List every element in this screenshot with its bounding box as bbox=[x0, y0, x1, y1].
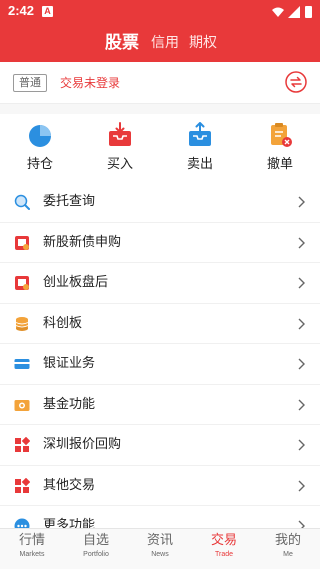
bottom-nav: 行情 Markets 自选 Portfolio 资讯 News 交易 Trade… bbox=[0, 528, 320, 569]
nav-label: 行情 bbox=[18, 533, 45, 548]
chevron-right-icon bbox=[298, 237, 305, 248]
wifi-icon bbox=[272, 7, 284, 17]
swap-icon[interactable] bbox=[285, 71, 307, 93]
gem-board-icon bbox=[15, 276, 29, 290]
header: 股票 信用 期权 bbox=[0, 24, 320, 62]
tab-options[interactable]: 期权 bbox=[189, 24, 217, 62]
menu-item-other-trades[interactable]: 其他交易 bbox=[0, 465, 320, 506]
notification-icon: A bbox=[42, 6, 53, 17]
nav-sublabel: Trade bbox=[214, 551, 234, 558]
pie-chart-icon bbox=[29, 125, 51, 147]
quick-action-label: 撤单 bbox=[266, 157, 293, 172]
fund-icon bbox=[14, 399, 30, 411]
chevron-right-icon bbox=[298, 277, 305, 289]
chevron-right-icon bbox=[298, 399, 305, 410]
tab-stocks[interactable]: 股票 bbox=[105, 24, 139, 62]
nav-news[interactable]: 资讯 News bbox=[128, 532, 192, 561]
menu-item-bank-securities[interactable]: 银证业务 bbox=[0, 344, 320, 385]
menu-item-label: 新股新债申购 bbox=[43, 234, 122, 250]
tab-credit[interactable]: 信用 bbox=[151, 24, 179, 62]
nav-label: 自选 bbox=[82, 533, 109, 548]
nav-sublabel: Me bbox=[283, 551, 293, 558]
signal-icon bbox=[288, 6, 300, 18]
grid-icon bbox=[15, 437, 30, 452]
battery-icon bbox=[305, 6, 312, 18]
menu-item-order-query[interactable]: 委托查询 bbox=[0, 182, 320, 223]
chevron-right-icon bbox=[298, 439, 305, 451]
nav-label: 交易 bbox=[210, 533, 237, 548]
status-time: 2:42 bbox=[8, 3, 35, 18]
system-status-icons bbox=[272, 6, 312, 18]
quick-action-buy[interactable]: 买入 bbox=[90, 122, 150, 172]
menu-item-gem-after-hours[interactable]: 创业板盘后 bbox=[0, 263, 320, 304]
chevron-right-icon bbox=[298, 480, 305, 491]
nav-label: 资讯 bbox=[146, 533, 173, 548]
menu-item-label: 创业板盘后 bbox=[43, 275, 109, 290]
chevron-right-icon bbox=[298, 318, 305, 329]
quick-action-cancel[interactable]: 撤单 bbox=[250, 122, 310, 172]
menu-item-ipo-subscribe[interactable]: 新股新债申购 bbox=[0, 222, 320, 263]
nav-sublabel: News bbox=[151, 551, 169, 558]
nav-portfolio[interactable]: 自选 Portfolio bbox=[64, 532, 128, 561]
menu-item-label: 深圳报价回购 bbox=[43, 437, 122, 452]
quick-action-label: 买入 bbox=[106, 157, 133, 172]
nav-sublabel: Portfolio bbox=[83, 551, 109, 558]
menu-item-sz-repo[interactable]: 深圳报价回购 bbox=[0, 425, 320, 466]
quick-actions: 持仓 买入 卖出 撤单 bbox=[0, 114, 320, 182]
menu-item-star-market[interactable]: 科创板 bbox=[0, 303, 320, 344]
new-share-icon bbox=[15, 235, 29, 250]
chevron-right-icon bbox=[298, 196, 305, 208]
login-status-text[interactable]: 交易未登录 bbox=[60, 74, 120, 92]
nav-sublabel: Markets bbox=[19, 551, 45, 558]
menu-item-label: 其他交易 bbox=[43, 477, 96, 493]
menu-item-label: 委托查询 bbox=[43, 194, 96, 209]
quick-action-label: 卖出 bbox=[186, 157, 213, 172]
nav-label: 我的 bbox=[274, 533, 301, 548]
login-bar: 普通 交易未登录 bbox=[0, 62, 320, 104]
function-menu: 委托查询 新股新债申购 创业板盘后 科创板 银证业务 基金功能 深圳报价回购 其… bbox=[0, 182, 320, 547]
menu-item-label: 银证业务 bbox=[43, 356, 96, 371]
menu-item-fund[interactable]: 基金功能 bbox=[0, 384, 320, 425]
quick-action-positions[interactable]: 持仓 bbox=[10, 122, 70, 172]
menu-item-label: 基金功能 bbox=[43, 396, 96, 412]
quick-action-sell[interactable]: 卖出 bbox=[170, 122, 230, 172]
inbox-upload-icon bbox=[189, 122, 211, 146]
grid-icon bbox=[15, 477, 30, 493]
quick-action-label: 持仓 bbox=[26, 157, 53, 172]
nav-markets[interactable]: 行情 Markets bbox=[0, 532, 64, 561]
status-bar: 2:42 A bbox=[0, 0, 320, 24]
cancel-order-icon bbox=[271, 123, 292, 147]
account-type-badge[interactable]: 普通 bbox=[13, 74, 47, 92]
coin-stack-icon bbox=[15, 316, 29, 331]
section-divider bbox=[0, 104, 320, 114]
bank-card-icon bbox=[14, 359, 30, 369]
menu-item-label: 科创板 bbox=[43, 315, 83, 331]
nav-trade[interactable]: 交易 Trade bbox=[192, 532, 256, 561]
inbox-download-icon bbox=[109, 122, 131, 146]
search-icon bbox=[14, 194, 30, 210]
chevron-right-icon bbox=[298, 358, 305, 370]
nav-me[interactable]: 我的 Me bbox=[256, 532, 320, 561]
